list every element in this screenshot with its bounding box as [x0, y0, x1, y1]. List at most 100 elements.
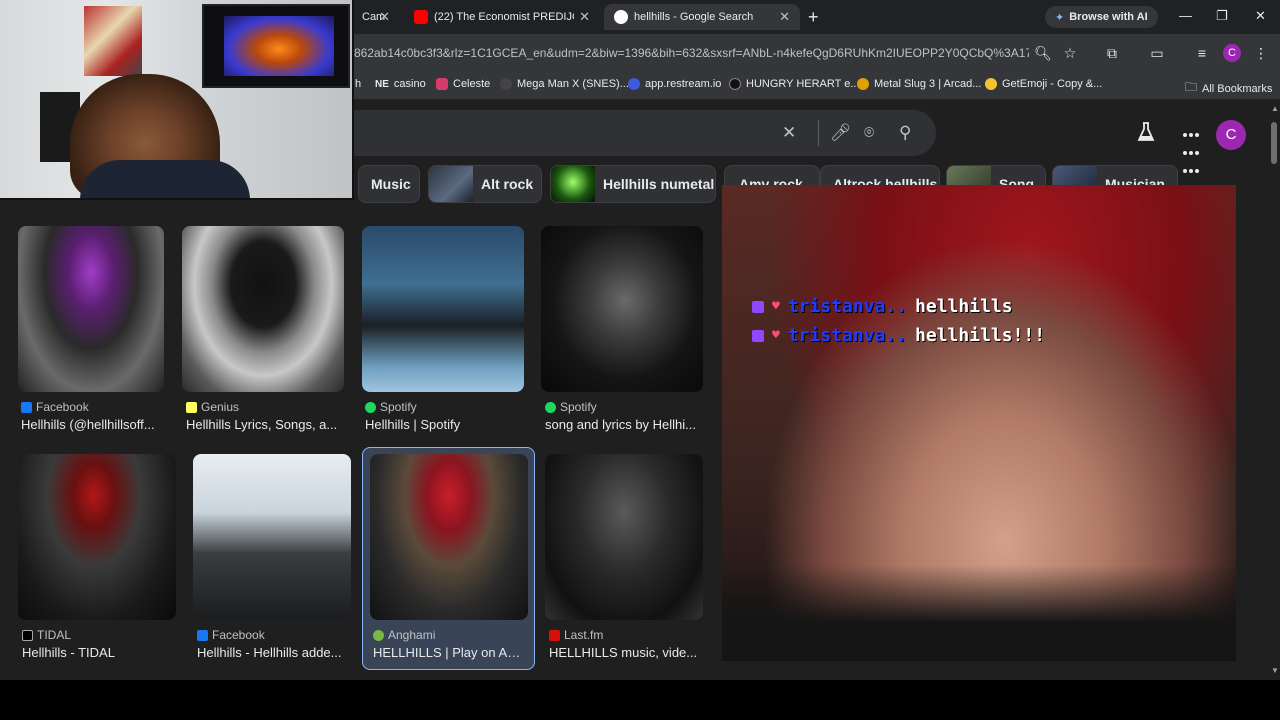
browse-with-ai-label: Browse with AI: [1069, 11, 1148, 23]
image-result[interactable]: TIDAL Hellhills - TIDAL: [18, 454, 176, 666]
source-name: Genius: [201, 400, 240, 414]
result-thumbnail: [193, 454, 351, 620]
wall-posters: [84, 6, 142, 76]
chip-label: Alt rock: [481, 176, 534, 192]
chip-music[interactable]: Music: [358, 165, 420, 203]
result-title[interactable]: Hellhills - Hellhills adde...: [197, 645, 349, 660]
search-icon[interactable]: ⚲: [899, 123, 911, 143]
result-title[interactable]: HELLHILLS music, vide...: [549, 645, 699, 660]
all-bookmarks[interactable]: 🗀 All Bookmarks: [1185, 78, 1272, 99]
image-result[interactable]: Spotify Hellhills | Spotify: [362, 226, 524, 436]
result-source: Facebook: [197, 628, 265, 642]
image-preview[interactable]: [722, 185, 1236, 661]
source-name: Last.fm: [564, 628, 604, 642]
result-thumbnail: [18, 454, 176, 620]
scrollbar-thumb[interactable]: [1271, 122, 1277, 164]
chip-hellhills-numetal[interactable]: Hellhills numetal: [550, 165, 716, 203]
microphone-icon[interactable]: 🎤︎: [830, 123, 852, 143]
restore-icon[interactable]: ❐: [1216, 8, 1228, 24]
bookmark-label: GetEmoji - Copy &...: [1002, 78, 1103, 90]
profile-avatar[interactable]: C: [1223, 44, 1241, 62]
labs-flask-icon[interactable]: [1137, 122, 1155, 142]
menu-dots-icon[interactable]: ⋮: [1252, 44, 1270, 62]
cast-icon[interactable]: ▭: [1148, 44, 1166, 62]
tab-google-search[interactable]: hellhills - Google Search ✕: [604, 4, 800, 30]
bookmark-label: casino: [393, 78, 426, 90]
scroll-up-icon[interactable]: ▲: [1271, 104, 1279, 113]
folder-icon: 🗀: [1185, 80, 1198, 94]
megaman-icon: [500, 78, 512, 90]
search-input[interactable]: ✕ 🎤︎ ⌾ ⚲: [300, 110, 936, 156]
extensions-icon[interactable]: ⧉: [1103, 44, 1121, 62]
stream-chat-message: ♥ tristanva.. hellhills!!!: [752, 325, 1045, 346]
camera-search-icon[interactable]: ⌾: [864, 123, 874, 143]
result-title[interactable]: song and lyrics by Hellhi...: [545, 417, 699, 432]
tab-cam[interactable]: Cam ✕: [352, 4, 400, 30]
result-source: Genius: [186, 400, 239, 414]
facebook-icon: [197, 629, 208, 641]
image-result[interactable]: Facebook Hellhills (@hellhillsoff...: [18, 226, 164, 436]
minimize-icon[interactable]: —: [1179, 8, 1192, 23]
chat-text: hellhills!!!: [915, 325, 1046, 346]
media-controls-icon[interactable]: ≡: [1193, 44, 1211, 62]
source-name: Facebook: [36, 400, 89, 414]
result-title[interactable]: HELLHILLS | Play on An...: [373, 645, 525, 660]
bookmark-star-icon[interactable]: ☆: [1061, 44, 1079, 62]
chip-thumbnail: [429, 166, 473, 202]
chip-label: Hellhills numetal: [603, 176, 715, 192]
chat-username: tristanva..: [787, 325, 908, 346]
result-thumbnail: [182, 226, 344, 392]
spotify-icon: [545, 401, 556, 413]
tab-title: (22) The Economist PREDIJO TO: [434, 11, 574, 23]
bookmark-item[interactable]: GetEmoji - Copy &...: [985, 78, 1102, 90]
close-icon[interactable]: ✕: [779, 9, 790, 25]
result-title[interactable]: Hellhills - TIDAL: [22, 645, 172, 660]
tab-title: hellhills - Google Search: [634, 11, 754, 23]
clear-icon[interactable]: ✕: [782, 123, 796, 143]
bookmark-label: h: [355, 78, 362, 90]
tab-economist[interactable]: (22) The Economist PREDIJO TO ✕: [404, 4, 600, 30]
scroll-down-icon[interactable]: ▼: [1271, 666, 1279, 675]
bookmark-item[interactable]: NE casino: [375, 78, 426, 90]
zoom-icon[interactable]: 🔍︎: [1034, 44, 1052, 62]
facebook-icon: [21, 401, 32, 413]
image-result[interactable]: Spotify song and lyrics by Hellhi...: [541, 226, 703, 436]
image-result[interactable]: Last.fm HELLHILLS music, vide...: [545, 454, 703, 666]
bookmark-item[interactable]: h: [355, 78, 361, 90]
chip-alt-rock[interactable]: Alt rock: [428, 165, 542, 203]
preview-jacket: [722, 565, 1236, 661]
close-icon[interactable]: ✕: [379, 9, 390, 25]
heart-icon: ♥: [772, 328, 780, 343]
google-apps-icon[interactable]: [1182, 125, 1200, 179]
result-title[interactable]: Hellhills (@hellhillsoff...: [21, 417, 161, 432]
result-source: Spotify: [545, 400, 597, 414]
result-title[interactable]: Hellhills Lyrics, Songs, a...: [186, 417, 342, 432]
twitch-badge-icon: [752, 329, 764, 342]
bookmark-item[interactable]: app.restream.io: [628, 78, 721, 90]
bookmark-item[interactable]: HUNGRY HERART e...: [729, 78, 860, 90]
browse-with-ai-button[interactable]: ✦ Browse with AI: [1045, 6, 1158, 28]
window-close-icon[interactable]: ✕: [1255, 8, 1266, 24]
sparkle-icon: ✦: [1055, 11, 1065, 24]
bookmark-label: Metal Slug 3 | Arcad...: [874, 78, 982, 90]
address-bar[interactable]: 862ab14c0bc3f3&rlz=1C1GCEA_en&udm=2&biw=…: [354, 46, 1029, 60]
close-icon[interactable]: ✕: [579, 9, 590, 25]
result-thumbnail: [545, 454, 703, 620]
bookmark-item[interactable]: Metal Slug 3 | Arcad...: [857, 78, 981, 90]
webcam-overlay: [0, 0, 354, 200]
image-result-selected[interactable]: Anghami HELLHILLS | Play on An...: [362, 447, 535, 670]
result-source: Facebook: [21, 400, 89, 414]
lastfm-icon: [549, 629, 560, 641]
image-result[interactable]: Genius Hellhills Lyrics, Songs, a...: [182, 226, 344, 436]
page-scrollbar[interactable]: ▲ ▼: [1268, 100, 1280, 680]
bookmark-item[interactable]: Celeste: [436, 78, 490, 90]
account-avatar[interactable]: C: [1216, 120, 1246, 150]
chat-username: tristanva..: [787, 296, 908, 317]
image-result[interactable]: Facebook Hellhills - Hellhills adde...: [193, 454, 351, 666]
result-thumbnail: [18, 226, 164, 392]
new-tab-icon[interactable]: +: [808, 7, 819, 28]
chip-thumbnail: [551, 166, 595, 202]
bookmark-label: app.restream.io: [645, 78, 722, 90]
bookmark-item[interactable]: Mega Man X (SNES)...: [500, 78, 629, 90]
result-title[interactable]: Hellhills | Spotify: [365, 417, 521, 432]
